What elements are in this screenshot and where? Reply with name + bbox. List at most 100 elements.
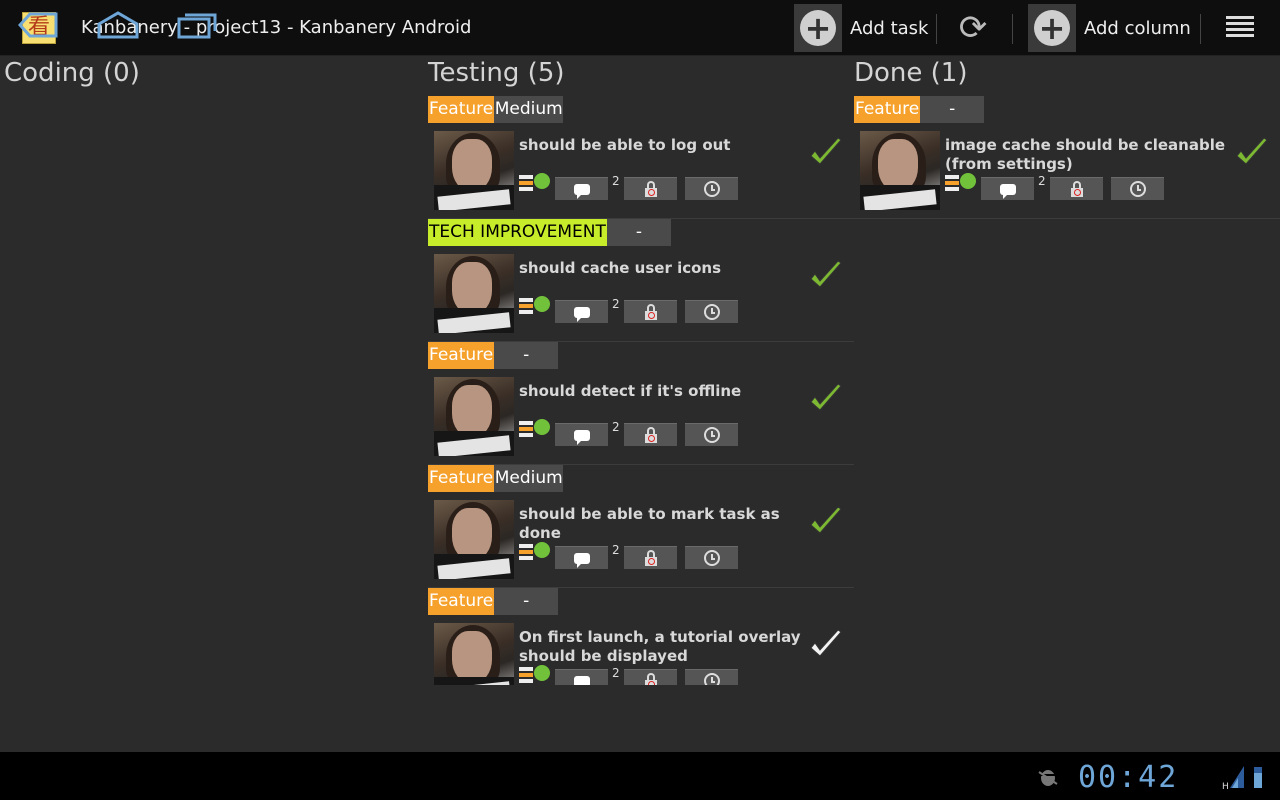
task-card[interactable]: TECH IMPROVEMENT - should cache user ico…	[428, 219, 854, 342]
clock-icon	[703, 550, 720, 566]
task-status-icon	[519, 296, 551, 316]
task-tags: Feature Medium	[428, 465, 564, 492]
check-icon[interactable]	[808, 628, 844, 664]
task-title[interactable]: should cache user icons	[519, 259, 809, 278]
comment-count: 2	[612, 174, 620, 188]
task-card[interactable]: Feature - image cache should be cleanabl…	[854, 96, 1280, 219]
block-button[interactable]	[624, 423, 677, 446]
comment-icon	[999, 183, 1016, 199]
task-priority-tag: Medium	[494, 465, 564, 492]
column-coding: Coding (0)	[4, 58, 140, 88]
comments-button[interactable]	[981, 177, 1034, 200]
task-status-icon	[945, 173, 977, 193]
clock-icon	[703, 427, 720, 443]
column-title[interactable]: Testing (5)	[428, 58, 854, 88]
usb-debugging-icon[interactable]	[1036, 764, 1060, 788]
task-type-tag: TECH IMPROVEMENT	[428, 219, 607, 246]
comment-count: 2	[612, 297, 620, 311]
card-list[interactable]: Feature Medium should be able to log out…	[428, 96, 854, 685]
task-type-tag: Feature	[428, 588, 495, 615]
task-type-tag: Feature	[854, 96, 921, 123]
lock-icon	[644, 550, 657, 566]
task-title[interactable]: should detect if it's offline	[519, 382, 809, 401]
clock-icon	[703, 181, 720, 197]
check-icon[interactable]	[808, 136, 844, 172]
comment-icon	[573, 183, 590, 199]
avatar[interactable]	[434, 131, 514, 210]
lock-icon	[644, 673, 657, 685]
task-tags: Feature Medium	[428, 96, 564, 123]
task-status-icon	[519, 665, 551, 685]
task-card[interactable]: Feature Medium should be able to log out…	[428, 96, 854, 219]
block-button[interactable]	[624, 546, 677, 569]
task-priority-tag: -	[494, 588, 559, 615]
comment-icon	[573, 429, 590, 445]
check-icon[interactable]	[1234, 136, 1270, 172]
task-card[interactable]: Feature Medium should be able to mark ta…	[428, 465, 854, 588]
clock-icon	[703, 304, 720, 320]
task-title[interactable]: On first launch, a tutorial overlay shou…	[519, 628, 809, 666]
clock[interactable]: 00:42	[1078, 760, 1178, 795]
column-title[interactable]: Done (1)	[854, 58, 1280, 88]
block-button[interactable]	[624, 300, 677, 323]
check-icon[interactable]	[808, 259, 844, 295]
task-title[interactable]: should be able to mark task as done	[519, 505, 809, 543]
avatar[interactable]	[434, 500, 514, 579]
avatar[interactable]	[434, 623, 514, 685]
check-icon[interactable]	[808, 505, 844, 541]
column-title[interactable]: Coding (0)	[4, 58, 140, 88]
divider	[936, 14, 937, 44]
divider	[1200, 14, 1201, 44]
comment-icon	[573, 306, 590, 322]
comment-count: 2	[1038, 174, 1046, 188]
task-tags: TECH IMPROVEMENT -	[428, 219, 671, 246]
task-status-icon	[519, 542, 551, 562]
comments-button[interactable]	[555, 177, 608, 200]
block-button[interactable]	[1050, 177, 1103, 200]
block-button[interactable]	[624, 669, 677, 685]
task-type-tag: Feature	[428, 342, 495, 369]
estimate-button[interactable]	[685, 300, 738, 323]
check-icon[interactable]	[808, 382, 844, 418]
task-status-icon	[519, 173, 551, 193]
back-icon[interactable]	[18, 10, 58, 40]
overflow-menu-icon[interactable]	[1226, 16, 1254, 40]
avatar[interactable]	[434, 254, 514, 333]
lock-icon	[1070, 181, 1083, 197]
estimate-button[interactable]	[685, 423, 738, 446]
task-card[interactable]: Feature - On first launch, a tutorial ov…	[428, 588, 854, 685]
clock-icon	[1129, 181, 1146, 197]
task-card[interactable]: Feature - should detect if it's offline …	[428, 342, 854, 465]
card-list[interactable]: Feature - image cache should be cleanabl…	[854, 96, 1280, 685]
add-column-button[interactable]: + Add column	[1028, 4, 1191, 52]
estimate-button[interactable]	[685, 546, 738, 569]
divider	[1012, 14, 1013, 44]
signal-battery-icon[interactable]: H	[1222, 764, 1268, 790]
lock-icon	[644, 304, 657, 320]
home-icon[interactable]	[96, 10, 140, 40]
comments-button[interactable]	[555, 423, 608, 446]
task-title[interactable]: should be able to log out	[519, 136, 809, 155]
estimate-button[interactable]	[685, 669, 738, 685]
add-task-button[interactable]: + Add task	[794, 4, 928, 52]
plus-icon: +	[1028, 4, 1076, 52]
estimate-button[interactable]	[1111, 177, 1164, 200]
recent-apps-icon[interactable]	[176, 10, 218, 40]
task-type-tag: Feature	[428, 465, 495, 492]
estimate-button[interactable]	[685, 177, 738, 200]
comment-count: 2	[612, 543, 620, 557]
task-priority-tag: Medium	[494, 96, 564, 123]
comment-count: 2	[612, 420, 620, 434]
block-button[interactable]	[624, 177, 677, 200]
column-testing: Testing (5) Feature Medium should be abl…	[428, 58, 854, 685]
comments-button[interactable]	[555, 300, 608, 323]
comments-button[interactable]	[555, 546, 608, 569]
task-type-tag: Feature	[428, 96, 495, 123]
task-status-icon	[519, 419, 551, 439]
task-title[interactable]: image cache should be cleanable (from se…	[945, 136, 1235, 174]
avatar[interactable]	[434, 377, 514, 456]
refresh-icon[interactable]: ⟳	[950, 8, 996, 48]
task-tags: Feature -	[854, 96, 985, 123]
comments-button[interactable]	[555, 669, 608, 685]
avatar[interactable]	[860, 131, 940, 210]
